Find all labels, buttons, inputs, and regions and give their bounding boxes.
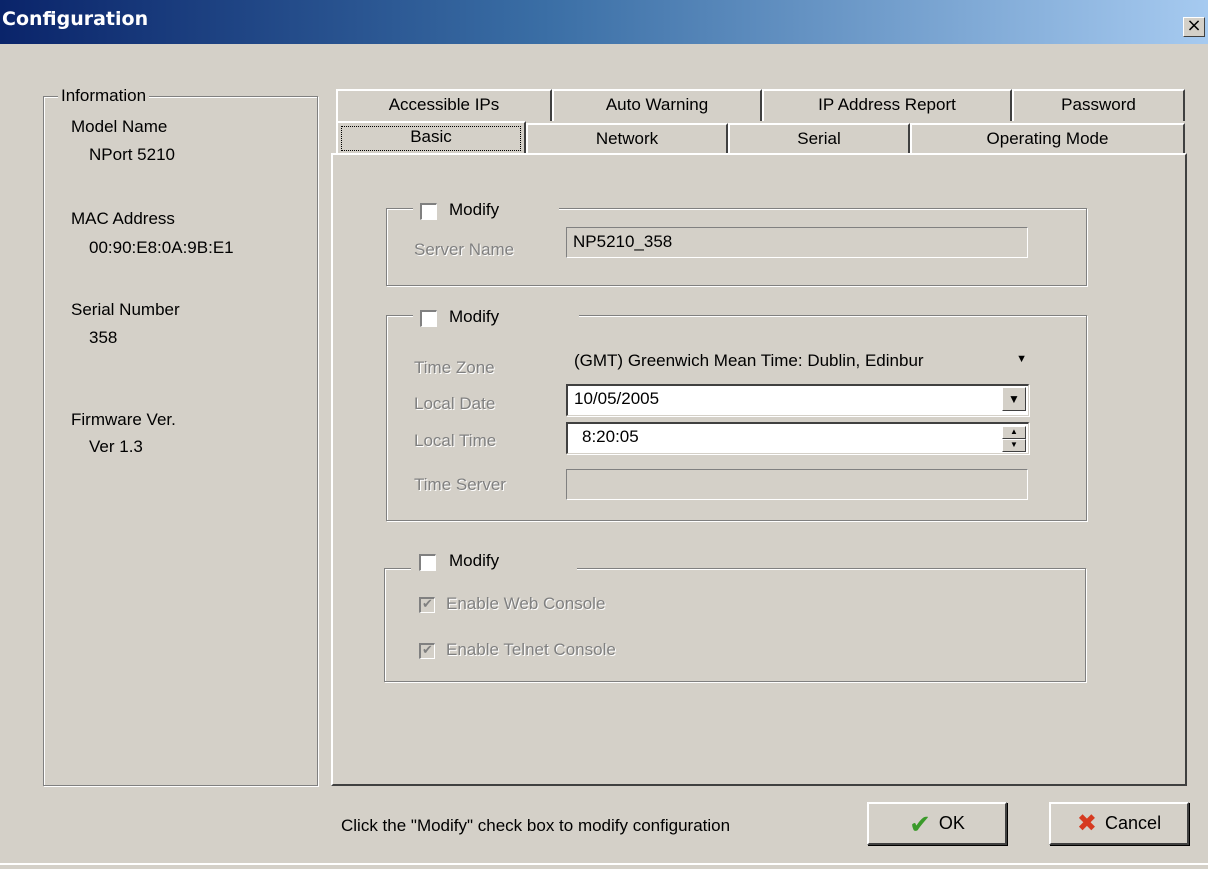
tab-serial[interactable]: Serial (728, 123, 910, 155)
local-date-label: Local Date (414, 394, 496, 413)
window-title: Configuration (2, 8, 149, 30)
server-name-label: Server Name (414, 240, 515, 259)
tab-accessible-ips[interactable]: Accessible IPs (336, 89, 552, 121)
server-modify-label: Modify (449, 200, 500, 219)
time-modify-legend: Modify (413, 305, 579, 331)
tab-ip-address-report[interactable]: IP Address Report (762, 89, 1012, 121)
cancel-button-label: Cancel (1105, 813, 1162, 833)
check-icon: ✔ (422, 642, 433, 657)
tab-basic-label: Basic (341, 126, 521, 151)
local-date-dropdown-button[interactable]: ▼ (1002, 387, 1026, 411)
time-server-input[interactable] (566, 469, 1028, 500)
title-bar (0, 0, 1208, 44)
firmware-version-label: Firmware Ver. (71, 410, 176, 429)
chevron-down-icon: ▼ (1016, 353, 1027, 365)
console-modify-checkbox[interactable] (419, 554, 436, 571)
enable-web-console-label: Enable Web Console (446, 594, 606, 613)
console-modify-legend: Modify (411, 548, 577, 574)
enable-telnet-console-checkbox[interactable]: ✔ (419, 642, 435, 659)
cancel-button[interactable]: ✖ Cancel (1049, 802, 1189, 845)
serial-number-value: 358 (89, 328, 118, 347)
check-icon: ✔ (909, 808, 931, 839)
tab-auto-warning[interactable]: Auto Warning (552, 89, 762, 121)
time-zone-value: (GMT) Greenwich Mean Time: Dublin, Edinb… (574, 351, 924, 370)
tab-password[interactable]: Password (1012, 89, 1185, 121)
tab-network[interactable]: Network (526, 123, 728, 155)
close-icon: × (1186, 15, 1202, 36)
close-button[interactable]: × (1183, 17, 1205, 37)
chevron-down-icon: ▼ (1008, 392, 1020, 406)
local-time-spin-up[interactable]: ▲ (1002, 426, 1026, 439)
server-name-input[interactable]: NP5210_358 (566, 227, 1028, 258)
time-modify-label: Modify (449, 307, 500, 326)
local-time-value: 8:20:05 (582, 427, 639, 446)
arrow-up-icon: ▲ (1010, 427, 1018, 436)
local-date-input[interactable]: 10/05/2005 (566, 384, 1029, 416)
modify-hint-text: Click the "Modify" check box to modify c… (341, 816, 731, 835)
console-groupbox (384, 568, 1086, 682)
local-time-input[interactable]: 8:20:05 (566, 422, 1029, 454)
ok-button-label: OK (938, 813, 965, 833)
mac-address-label: MAC Address (71, 209, 175, 228)
mac-address-value: 00:90:E8:0A:9B:E1 (89, 238, 234, 257)
serial-number-label: Serial Number (71, 300, 180, 319)
server-modify-checkbox[interactable] (420, 203, 437, 220)
information-legend: Information (58, 86, 150, 106)
enable-telnet-console-label: Enable Telnet Console (446, 640, 616, 659)
local-time-spin-down[interactable]: ▼ (1002, 439, 1026, 452)
time-server-label: Time Server (414, 475, 506, 494)
information-groupbox (43, 96, 318, 786)
x-icon: ✖ (1076, 809, 1098, 837)
enable-web-console-checkbox[interactable]: ✔ (419, 596, 435, 613)
time-zone-select[interactable]: (GMT) Greenwich Mean Time: Dublin, Edinb… (574, 347, 1029, 375)
model-name-label: Model Name (71, 117, 168, 136)
model-name-value: NPort 5210 (89, 145, 175, 164)
local-date-value: 10/05/2005 (574, 389, 660, 408)
check-icon: ✔ (422, 596, 433, 611)
local-time-label: Local Time (414, 431, 497, 450)
console-modify-label: Modify (449, 551, 500, 570)
server-modify-legend: Modify (413, 198, 559, 224)
time-zone-label: Time Zone (414, 358, 495, 377)
firmware-version-value: Ver 1.3 (89, 437, 143, 456)
dialog-bottom-edge (0, 863, 1208, 865)
tab-basic[interactable]: Basic (336, 121, 526, 153)
ok-button[interactable]: ✔ OK (867, 802, 1007, 845)
arrow-down-icon: ▼ (1010, 440, 1018, 449)
time-modify-checkbox[interactable] (420, 310, 437, 327)
tab-operating-mode[interactable]: Operating Mode (910, 123, 1185, 155)
